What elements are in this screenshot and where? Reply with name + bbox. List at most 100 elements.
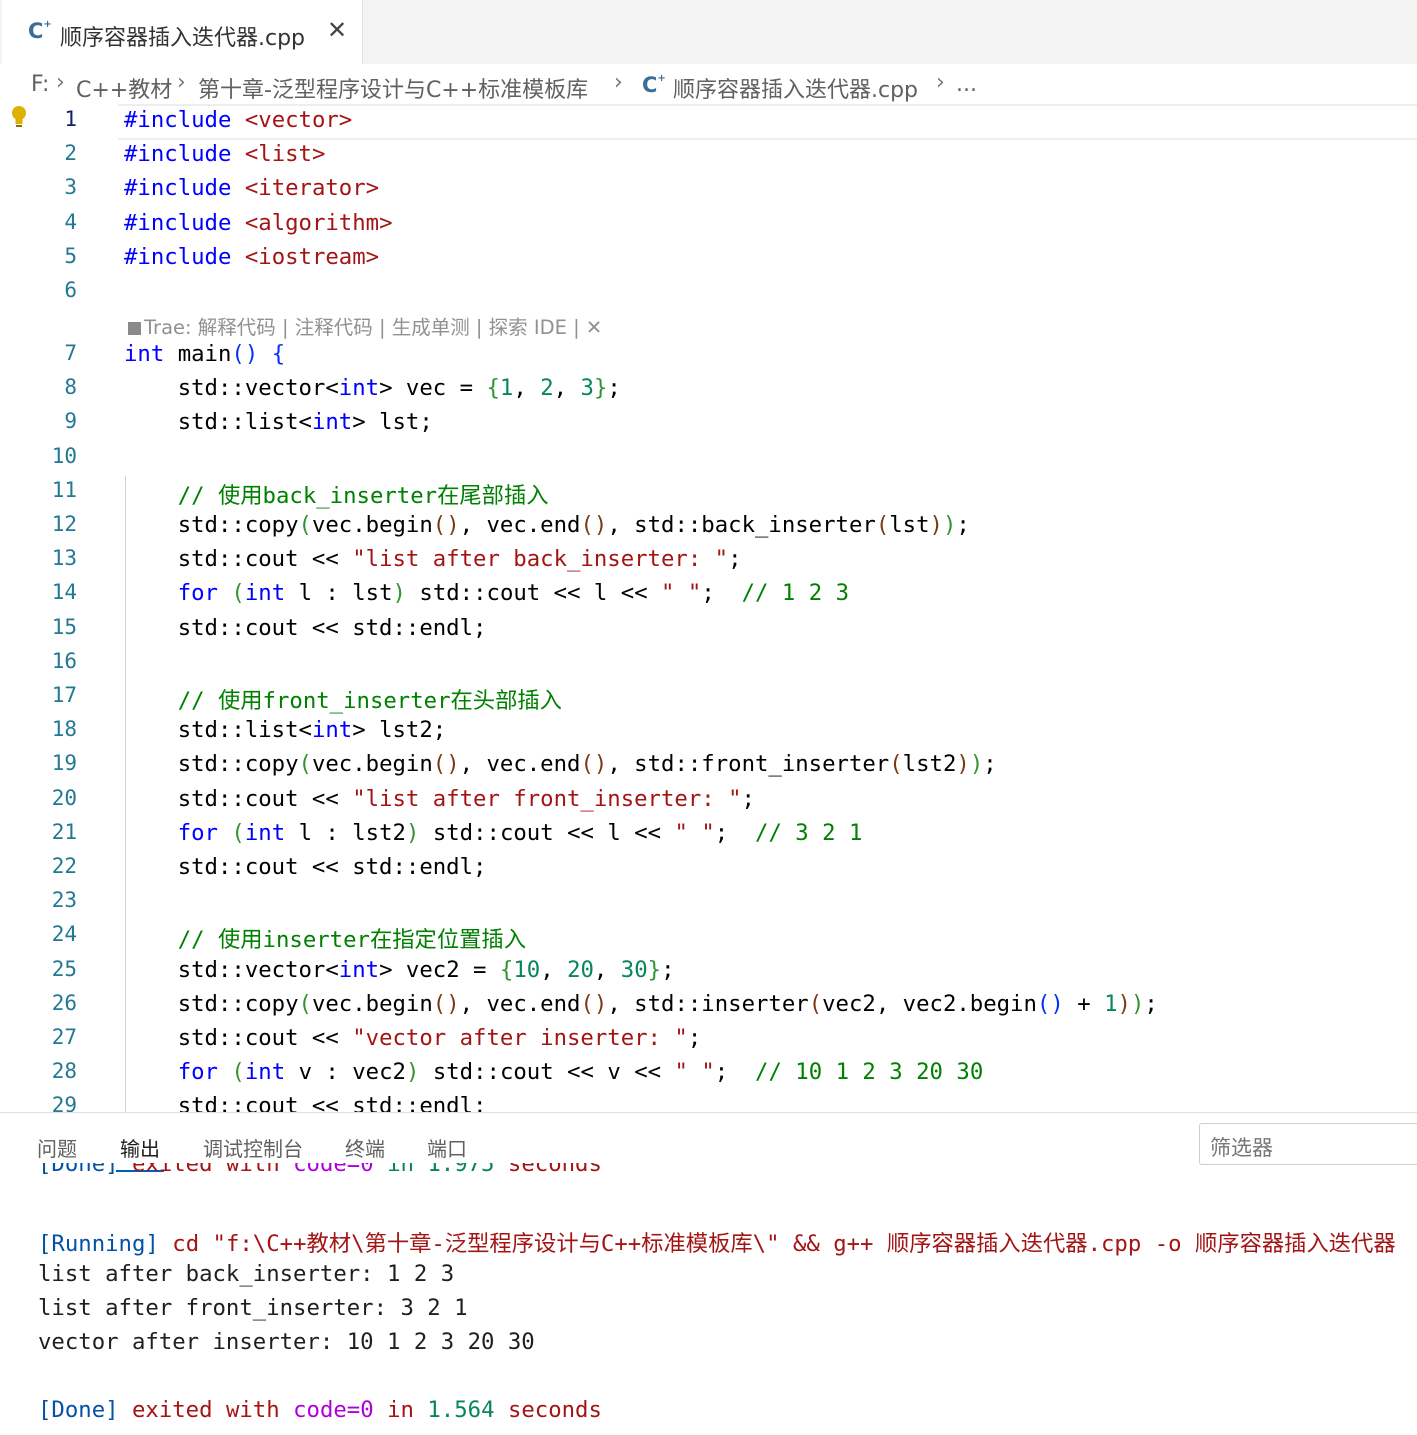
code-token: "list after back_inserter: " [352,546,729,572]
line-number: 9 [64,409,77,433]
code-line[interactable]: 19 std::copy(vec.begin(), vec.end(), std… [0,748,1417,782]
code-token: int [244,1059,286,1085]
code-line[interactable]: 3 #include <iterator> [0,172,1417,206]
line-number: 1 [64,107,77,131]
code-token: int [338,375,380,401]
tab-debug-console[interactable]: 调试控制台 [203,1133,303,1162]
code-token: 30 [620,957,648,983]
code-line[interactable]: 13 std::cout << "list after back_inserte… [0,543,1417,577]
code-token: () [1036,991,1064,1017]
breadcrumb-item-subfolder[interactable]: 第十章-泛型程序设计与C++标准模板库 [198,72,588,104]
code-token: std::cout << std::endl; [124,854,487,880]
code-token: std::cout << [124,1025,353,1051]
breadcrumb-item-folder[interactable]: C++教材 [76,72,172,104]
code-token: lst2 [902,751,957,777]
code-line[interactable]: 21 for (int l : lst2) std::cout << l << … [0,817,1417,851]
code-text: std::cout << "vector after inserter: "; [124,1025,702,1051]
code-token: "vector after inserter: " [352,1025,688,1051]
line-number: 20 [51,786,77,810]
code-line[interactable]: 22 std::cout << std::endl; [0,851,1417,885]
code-line[interactable]: 29 std::cout << std::endl; [0,1090,1417,1112]
code-token: , std::front_inserter [607,751,890,777]
code-line[interactable]: 10 [0,441,1417,475]
code-line[interactable]: 23 [0,885,1417,919]
code-token: <vector> [244,107,353,133]
breadcrumb-item-file[interactable]: 顺序容器插入迭代器.cpp [673,72,918,104]
line-number: 24 [51,922,77,946]
line-number: 29 [51,1093,77,1112]
code-line[interactable]: 25 std::vector<int> vec2 = {10, 20, 30}; [0,954,1417,988]
code-token: ) [1117,991,1131,1017]
close-icon[interactable]: ✕ [327,16,347,44]
tab-terminal[interactable]: 终端 [345,1133,385,1162]
code-token: ( [231,820,245,846]
tab-output[interactable]: 输出 [116,1133,164,1172]
code-token: #include [124,210,232,236]
code-token: std::cout << l << [419,820,675,846]
code-token: 1 [499,375,514,401]
code-line[interactable]: 11 // 使用back_inserter在尾部插入 [0,475,1417,509]
code-line[interactable]: 7 int main() { [0,338,1417,372]
code-line[interactable]: 12 std::copy(vec.begin(), vec.end(), std… [0,509,1417,543]
chevron-right-icon: › [614,70,623,95]
code-text: std::list<int> lst; [124,409,433,435]
code-line[interactable]: 18 std::list<int> lst2; [0,714,1417,748]
code-token: " " [661,580,702,606]
code-text: std::copy(vec.begin(), vec.end(), std::b… [124,512,970,538]
code-text: std::list<int> lst2; [124,717,447,743]
chevron-right-icon: › [177,70,186,95]
output-line: [Running] cd "f:\C++教材\第十章-泛型程序设计与C++标准模… [38,1226,1396,1258]
code-line[interactable]: 6 [0,275,1417,309]
code-token: ; [687,1025,702,1051]
code-line[interactable]: 15 std::cout << std::endl; [0,612,1417,646]
code-line[interactable]: 16 [0,646,1417,680]
code-line[interactable]: 8 std::vector<int> vec = {1, 2, 3}; [0,372,1417,406]
code-token: <iterator> [244,175,380,201]
code-line[interactable]: 26 std::copy(vec.begin(), vec.end(), std… [0,988,1417,1022]
breadcrumb: F: › C++教材 › 第十章-泛型程序设计与C++标准模板库 › C+ 顺序… [0,64,1417,106]
filter-input[interactable]: 筛选器 [1199,1123,1417,1165]
code-line[interactable]: 2 #include <list> [0,138,1417,172]
code-line[interactable]: 17 // 使用front_inserter在头部插入 [0,680,1417,714]
codelens-trae[interactable]: Trae: 解释代码 | 注释代码 | 生成单测 | 探索 IDE | ✕ [128,311,602,340]
code-token: // 使用inserter在指定位置插入 [124,927,527,953]
line-number: 17 [51,683,77,707]
code-line[interactable]: 20 std::cout << "list after front_insert… [0,783,1417,817]
code-line[interactable]: 9 std::list<int> lst; [0,406,1417,440]
line-number: 22 [51,854,77,878]
code-token: , vec.end [459,751,581,777]
code-line[interactable]: 4 #include <algorithm> [0,207,1417,241]
tab-ports[interactable]: 端口 [427,1133,467,1162]
code-token: int [124,341,165,367]
line-number: 8 [64,375,77,399]
tab-file[interactable]: C+ 顺序容器插入迭代器.cpp ✕ [2,0,363,64]
line-number: 7 [64,341,77,365]
code-line[interactable]: 28 for (int v : vec2) std::cout << v << … [0,1056,1417,1090]
code-token: 3 [580,375,594,401]
code-token: () [432,751,460,777]
code-token: vector after inserter: 10 1 2 3 20 30 [38,1329,535,1355]
tab-problems[interactable]: 问题 [37,1133,77,1162]
code-line[interactable]: 27 std::cout << "vector after inserter: … [0,1022,1417,1056]
code-line[interactable]: 14 for (int l : lst) std::cout << l << "… [0,577,1417,611]
code-editor[interactable]: Trae: 解释代码 | 注释代码 | 生成单测 | 探索 IDE | ✕ 1 #… [0,104,1417,1112]
code-token: { [271,341,286,367]
code-token: std::cout << std::endl; [124,1093,487,1112]
tab-title: 顺序容器插入迭代器.cpp [60,26,306,51]
code-token: ( [298,512,312,538]
breadcrumb-item-drive[interactable]: F: [31,72,49,97]
line-number: 14 [51,580,77,604]
code-line[interactable]: 24 // 使用inserter在指定位置插入 [0,919,1417,953]
breadcrumb-item-symbol[interactable]: ... [956,72,977,97]
code-line[interactable]: 1 #include <vector> [0,104,1417,138]
code-line[interactable]: 5 #include <iostream> [0,241,1417,275]
output-line: vector after inserter: 10 1 2 3 20 30 [38,1329,535,1355]
code-token: 10 [513,957,541,983]
output-line: list after back_inserter: 1 2 3 [38,1261,454,1287]
output-line: list after front_inserter: 3 2 1 [38,1295,468,1321]
line-number: 15 [51,615,77,639]
